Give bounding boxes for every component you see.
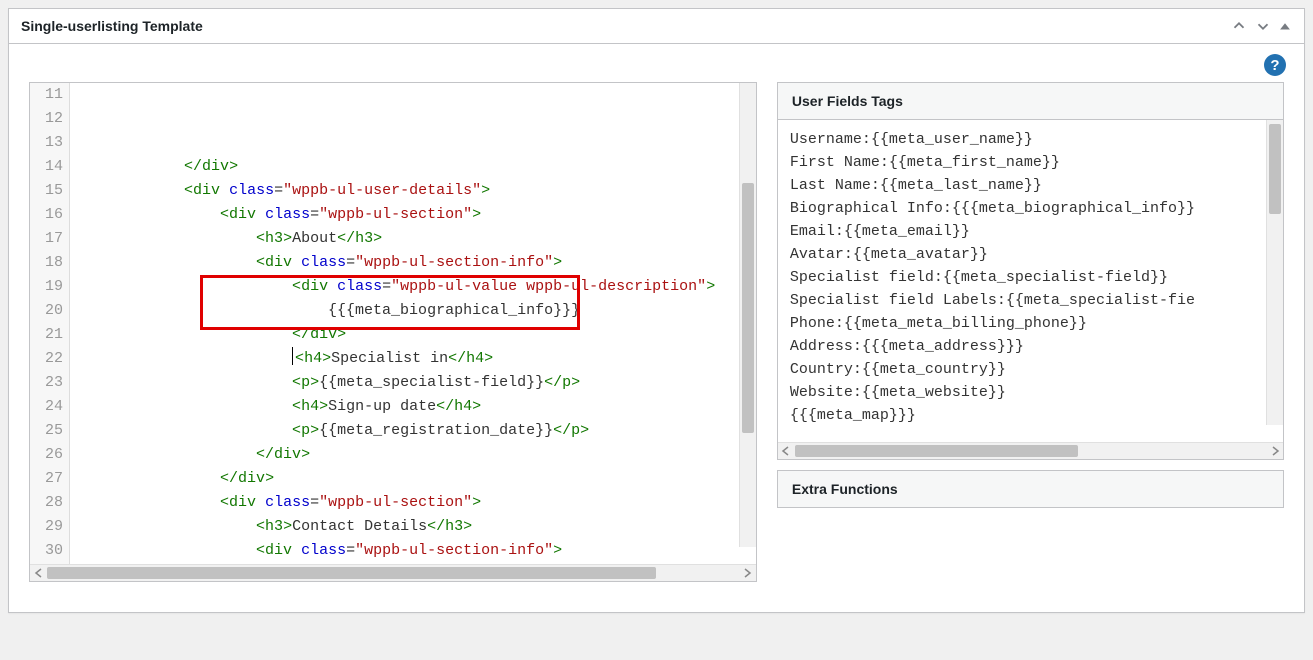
code-line[interactable]: <div class="wppb-ul-value wppb-ul-descri…: [76, 275, 750, 299]
code-line[interactable]: <h4>Specialist in</h4>: [76, 347, 750, 371]
editor-vertical-scrollbar[interactable]: [739, 83, 756, 547]
extra-functions-header[interactable]: Extra Functions: [778, 471, 1283, 507]
line-number: 23: [36, 371, 63, 395]
field-tag-line[interactable]: Specialist field Labels:{{meta_specialis…: [790, 289, 1283, 312]
line-number: 30: [36, 539, 63, 563]
scrollbar-thumb[interactable]: [795, 445, 1078, 457]
scroll-left-icon[interactable]: [30, 565, 47, 582]
line-number: 29: [36, 515, 63, 539]
panel-header-controls: [1230, 17, 1292, 35]
line-number: 25: [36, 419, 63, 443]
code-line[interactable]: <h3>About</h3>: [76, 227, 750, 251]
field-tag-line[interactable]: Avatar:{{meta_avatar}}: [790, 243, 1283, 266]
line-number: 18: [36, 251, 63, 275]
panel-header: Single-userlisting Template: [9, 9, 1304, 44]
field-tag-line[interactable]: Username:{{meta_user_name}}: [790, 128, 1283, 151]
extra-functions-panel: Extra Functions: [777, 470, 1284, 508]
line-number: 26: [36, 443, 63, 467]
line-number: 17: [36, 227, 63, 251]
field-tag-line[interactable]: Email:{{meta_email}}: [790, 220, 1283, 243]
scroll-right-icon[interactable]: [1266, 443, 1283, 460]
line-number: 13: [36, 131, 63, 155]
line-number: 24: [36, 395, 63, 419]
panel-body: ? 11121314151617181920212223242526272829…: [9, 44, 1304, 612]
code-line[interactable]: </div>: [76, 443, 750, 467]
editor-horizontal-scrollbar[interactable]: [30, 564, 756, 581]
code-body[interactable]: </div> <div class="wppb-ul-user-details"…: [70, 83, 756, 564]
code-line[interactable]: <div class="wppb-ul-section-info">: [76, 251, 750, 275]
line-number: 16: [36, 203, 63, 227]
template-panel: Single-userlisting Template ? 1112131415…: [8, 8, 1305, 613]
field-tag-line[interactable]: Phone:{{meta_meta_billing_phone}}: [790, 312, 1283, 335]
code-line[interactable]: </div>: [76, 155, 750, 179]
field-tag-line[interactable]: Specialist field:{{meta_specialist-field…: [790, 266, 1283, 289]
line-number: 27: [36, 467, 63, 491]
line-number: 22: [36, 347, 63, 371]
code-line[interactable]: <h3>Contact Details</h3>: [76, 515, 750, 539]
move-down-icon[interactable]: [1254, 17, 1272, 35]
field-tag-line[interactable]: Address:{{{meta_address}}}: [790, 335, 1283, 358]
user-fields-tags-body[interactable]: Username:{{meta_user_name}}First Name:{{…: [778, 120, 1283, 442]
line-number-gutter: 1112131415161718192021222324252627282930…: [30, 83, 70, 564]
line-number: 11: [36, 83, 63, 107]
scroll-right-icon[interactable]: [739, 565, 756, 582]
help-icon[interactable]: ?: [1264, 54, 1286, 76]
tags-vertical-scrollbar[interactable]: [1266, 120, 1283, 425]
code-line[interactable]: <h4>Sign-up date</h4>: [76, 395, 750, 419]
line-number: 14: [36, 155, 63, 179]
field-tag-line[interactable]: {{{meta_map}}}: [790, 404, 1283, 427]
scroll-left-icon[interactable]: [778, 443, 795, 460]
code-line[interactable]: <div class="wppb-ul-section">: [76, 491, 750, 515]
code-line[interactable]: </div>: [76, 323, 750, 347]
code-line[interactable]: <div class="wppb-ul-section-info">: [76, 539, 750, 563]
field-tag-line[interactable]: Country:{{meta_country}}: [790, 358, 1283, 381]
scrollbar-thumb[interactable]: [1269, 124, 1281, 214]
code-line[interactable]: {{{meta_biographical_info}}}: [76, 299, 750, 323]
collapse-toggle-icon[interactable]: [1278, 19, 1292, 33]
field-tag-line[interactable]: First Name:{{meta_first_name}}: [790, 151, 1283, 174]
code-line[interactable]: <p>{{meta_specialist-field}}</p>: [76, 371, 750, 395]
line-number: 20: [36, 299, 63, 323]
user-fields-tags-header[interactable]: User Fields Tags: [778, 83, 1283, 120]
line-number: 19: [36, 275, 63, 299]
line-number: 15: [36, 179, 63, 203]
code-line[interactable]: </div>: [76, 467, 750, 491]
field-tag-line[interactable]: Website:{{meta_website}}: [790, 381, 1283, 404]
code-editor[interactable]: 1112131415161718192021222324252627282930…: [29, 82, 757, 582]
code-line[interactable]: <div class="wppb-ul-user-details">: [76, 179, 750, 203]
move-up-icon[interactable]: [1230, 17, 1248, 35]
line-number: 12: [36, 107, 63, 131]
scrollbar-thumb[interactable]: [47, 567, 656, 579]
code-line[interactable]: <p>{{meta_registration_date}}</p>: [76, 419, 750, 443]
scrollbar-thumb[interactable]: [742, 183, 754, 433]
user-fields-tags-panel: User Fields Tags Username:{{meta_user_na…: [777, 82, 1284, 460]
panel-title: Single-userlisting Template: [21, 18, 203, 34]
tags-horizontal-scrollbar[interactable]: [778, 442, 1283, 459]
code-line[interactable]: <div class="wppb-ul-section">: [76, 203, 750, 227]
field-tag-line[interactable]: Last Name:{{meta_last_name}}: [790, 174, 1283, 197]
line-number: 28: [36, 491, 63, 515]
field-tag-line[interactable]: Biographical Info:{{{meta_biographical_i…: [790, 197, 1283, 220]
line-number: 21: [36, 323, 63, 347]
